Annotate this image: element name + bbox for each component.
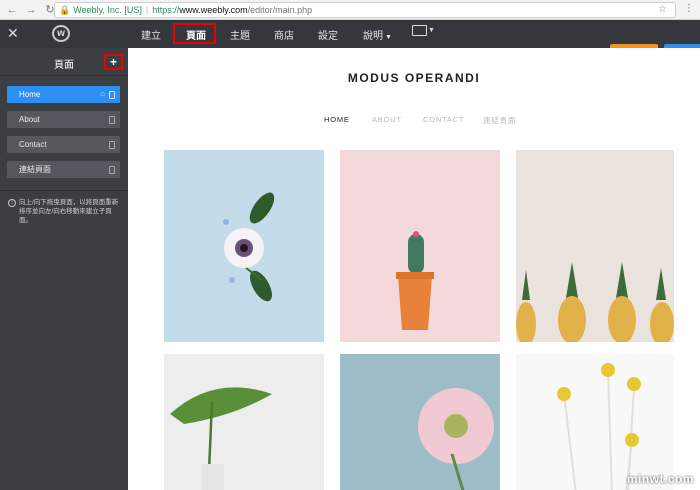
secure-label: Weebly, Inc. [US] bbox=[73, 5, 142, 15]
site-nav-home[interactable]: HOME bbox=[324, 115, 350, 124]
gallery-image-monstera[interactable] bbox=[164, 354, 324, 490]
site-preview: MODUS OPERANDI HOME ABOUT CONTACT 連結頁面 bbox=[128, 48, 700, 490]
site-nav-link[interactable]: 連結頁面 bbox=[483, 115, 516, 126]
url-host: www.weebly.com bbox=[179, 5, 248, 15]
page-item-contact[interactable]: Contact bbox=[7, 136, 120, 153]
page-item-link[interactable]: 連結頁面 bbox=[7, 161, 120, 178]
gallery-image-pineapples[interactable] bbox=[516, 150, 674, 342]
pages-sidebar: 頁面 + Home ⌂ About Contact 連結頁面 i 向上/向下拖曳… bbox=[0, 48, 128, 490]
page-doc-icon bbox=[109, 91, 115, 99]
back-icon[interactable]: ← bbox=[5, 3, 19, 17]
chevron-down-icon: ▼ bbox=[428, 27, 435, 34]
nav-settings[interactable]: 設定 bbox=[318, 27, 338, 42]
address-bar[interactable]: 🔒 Weebly, Inc. [US] | https:// www.weebl… bbox=[54, 2, 676, 18]
info-icon: i bbox=[8, 199, 16, 207]
editor-topbar: ✕ w 建立 頁面 主題 商店 設定 說明▼ ⚡升級 發佈 bbox=[0, 20, 700, 63]
highlight-box-pages-tab bbox=[173, 23, 216, 44]
page-doc-icon bbox=[109, 141, 115, 149]
page-doc-icon bbox=[109, 116, 115, 124]
browser-menu-icon[interactable]: ⋮ bbox=[684, 3, 694, 14]
nav-theme[interactable]: 主題 bbox=[230, 27, 250, 42]
nav-store[interactable]: 商店 bbox=[274, 27, 294, 42]
weebly-logo-icon[interactable]: w bbox=[52, 25, 70, 42]
desktop-preview-icon[interactable] bbox=[412, 25, 427, 36]
page-item-about[interactable]: About bbox=[7, 111, 120, 128]
chevron-down-icon: ▼ bbox=[385, 34, 392, 41]
nav-build[interactable]: 建立 bbox=[141, 27, 161, 42]
close-icon[interactable]: ✕ bbox=[7, 25, 19, 42]
nav-help[interactable]: 說明 ▼ bbox=[363, 27, 392, 42]
site-nav-contact[interactable]: CONTACT bbox=[423, 115, 464, 124]
site-title[interactable]: MODUS OPERANDI bbox=[128, 71, 700, 85]
home-icon: ⌂ bbox=[100, 89, 105, 98]
gallery-image-cactus[interactable] bbox=[340, 150, 500, 342]
sidebar-hint: i 向上/向下拖曳頁面，以將頁面重新排序並向左/向右移動來建立子頁面。 bbox=[8, 198, 120, 225]
gallery-image-craspedia[interactable] bbox=[516, 354, 674, 490]
gallery-image-anemone[interactable] bbox=[164, 150, 324, 342]
lock-icon: 🔒 bbox=[59, 4, 71, 15]
url-protocol: https:// bbox=[152, 5, 180, 15]
bookmark-star-icon[interactable]: ☆ bbox=[658, 4, 667, 15]
page-item-home[interactable]: Home ⌂ bbox=[7, 86, 120, 103]
gallery-image-gerbera[interactable] bbox=[340, 354, 500, 490]
watermark: minwt.com bbox=[626, 472, 694, 486]
forward-icon[interactable]: → bbox=[24, 3, 38, 17]
add-page-button[interactable]: + bbox=[104, 54, 123, 70]
browser-toolbar: ← → ↻ 🔒 Weebly, Inc. [US] | https:// www… bbox=[0, 0, 700, 20]
site-nav-about[interactable]: ABOUT bbox=[372, 115, 402, 124]
url-path: /editor/main.php bbox=[247, 5, 313, 15]
page-doc-icon bbox=[109, 166, 115, 174]
